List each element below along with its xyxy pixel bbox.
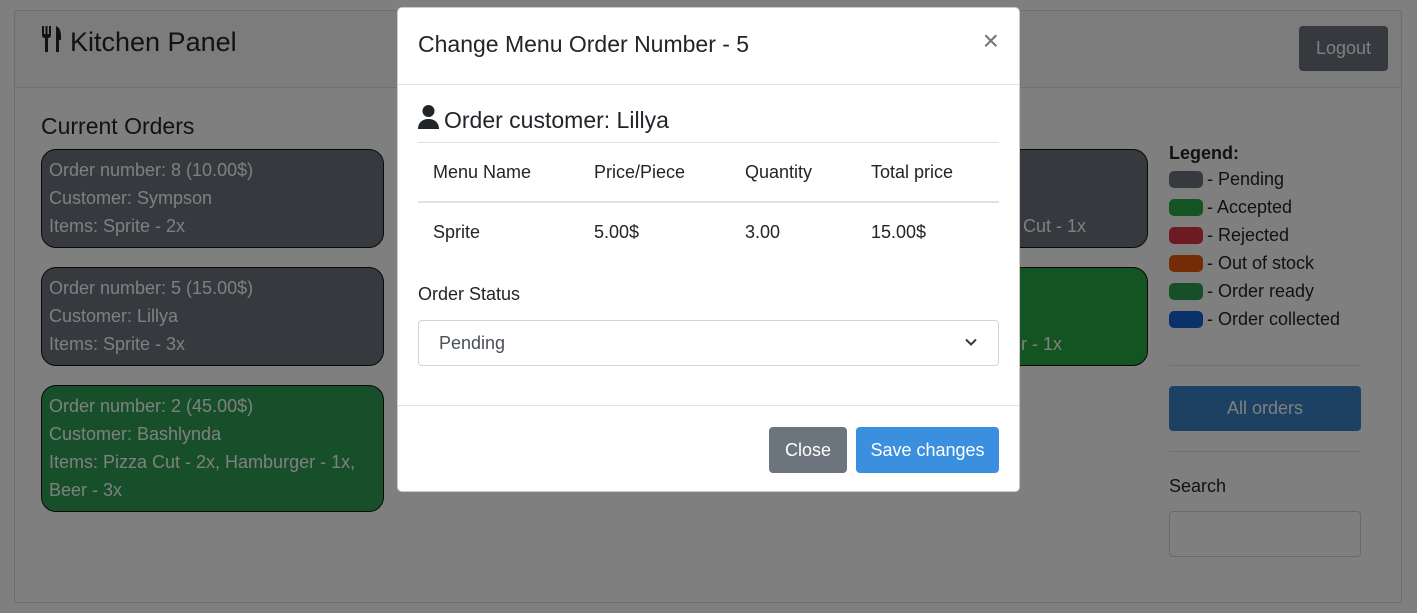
order-status-value: Pending [439,332,506,353]
change-order-modal: Change Menu Order Number - 5 × Order cus… [397,7,1020,492]
column-header: Menu Name [418,143,579,203]
modal-footer: Close Save changes [398,405,1019,492]
order-customer-label: Order customer: Lillya [444,106,669,133]
order-status-label: Order Status [418,284,521,304]
save-changes-button[interactable]: Save changes [856,427,999,473]
user-icon [418,105,439,135]
table-row: Sprite 5.00$ 3.00 15.00$ [418,202,999,262]
order-customer: Order customer: Lillya [418,105,669,135]
modal-header: Change Menu Order Number - 5 × [398,8,1019,85]
close-button[interactable]: Close [769,427,847,473]
column-header: Total price [856,143,999,203]
modal-title: Change Menu Order Number - 5 [418,31,750,57]
close-icon[interactable]: × [983,26,999,56]
table-cell: Sprite [433,222,481,242]
chevron-down-icon [964,333,978,354]
order-items-table: Menu Name Price/Piece Quantity Total pri… [418,143,999,262]
order-status-select[interactable]: Pending [418,320,999,366]
table-header-row: Menu Name Price/Piece Quantity Total pri… [418,143,999,203]
table-cell: 15.00$ [871,222,927,242]
table-cell: 5.00$ [594,222,640,242]
column-header: Quantity [730,143,856,203]
table-cell: 3.00 [745,222,781,242]
column-header: Price/Piece [579,143,730,203]
